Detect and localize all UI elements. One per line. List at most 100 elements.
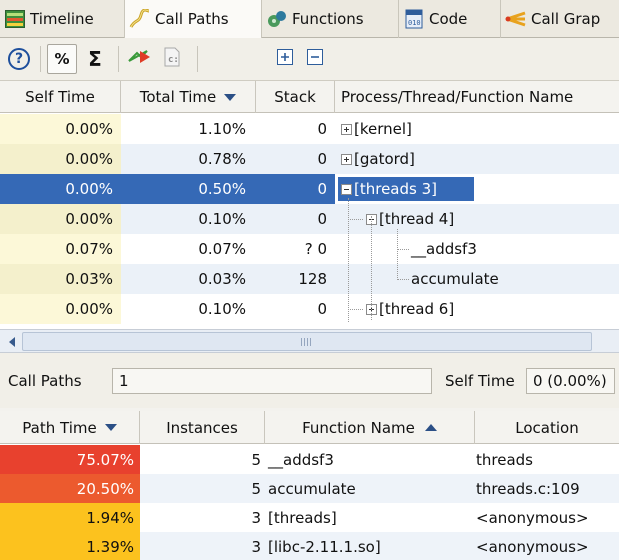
- document-icon: c:: [163, 47, 181, 71]
- function-name-cell: [libc-2.11.1.so]: [268, 537, 381, 556]
- expand-all-button[interactable]: [270, 44, 300, 74]
- call-paths-label: Call Paths: [8, 372, 82, 390]
- sort-descending-icon: [224, 93, 237, 101]
- column-header-label: Path Time: [22, 418, 97, 437]
- path-time-cell: 1.94%: [0, 503, 140, 532]
- tree-guide-line: [397, 279, 409, 280]
- table-row[interactable]: 0.00% 1.10% 0 [kernel]: [0, 114, 619, 144]
- stack-cell: 0: [256, 174, 335, 204]
- toolbar: ? % Σ c:: [0, 38, 619, 81]
- collapse-all-icon: [306, 48, 324, 70]
- self-time-cell: 0.00%: [0, 294, 121, 324]
- table-row[interactable]: 0.00% 0.10% 0 [thread 4]: [0, 204, 619, 234]
- location-cell: <anonymous>: [476, 537, 589, 556]
- table-row[interactable]: 0.03% 0.03% 128 accumulate: [0, 264, 619, 294]
- horizontal-scrollbar[interactable]: [0, 329, 619, 353]
- tab-call-graph[interactable]: Call Grap: [501, 0, 619, 38]
- tab-functions[interactable]: Functions: [262, 0, 399, 38]
- help-button[interactable]: ?: [4, 44, 34, 74]
- column-header-instances[interactable]: Instances: [140, 411, 265, 444]
- column-header-name[interactable]: Process/Thread/Function Name: [335, 81, 619, 113]
- scroll-left-icon[interactable]: [2, 333, 22, 350]
- total-time-cell: 0.10%: [198, 300, 246, 318]
- stack-cell: 0: [317, 120, 327, 138]
- path-time-cell: 20.50%: [0, 474, 140, 503]
- total-time-cell: 0.03%: [198, 270, 246, 288]
- tree-guide-line: [371, 216, 372, 320]
- table-row[interactable]: 0.07% 0.07% ? 0 __addsf3: [0, 234, 619, 264]
- table-row[interactable]: 1.94% 3 [threads] <anonymous>: [0, 503, 619, 532]
- total-time-cell: 0.78%: [198, 150, 246, 168]
- sort-ascending-icon: [424, 424, 437, 431]
- column-header-function-name[interactable]: Function Name: [265, 411, 475, 444]
- column-header-location[interactable]: Location: [475, 411, 619, 444]
- location-cell: threads.c:109: [476, 479, 580, 498]
- self-time-cell: 0.03%: [0, 264, 121, 294]
- location-cell: <anonymous>: [476, 508, 589, 527]
- column-header-total-time[interactable]: Total Time: [121, 81, 256, 113]
- scrollbar-thumb[interactable]: [22, 332, 592, 351]
- tab-call-paths-label: Call Paths: [155, 10, 229, 28]
- percent-icon: %: [54, 50, 70, 68]
- table-row-selected[interactable]: 0.00% 0.50% 0 [threads 3]: [0, 174, 619, 204]
- location-cell: threads: [476, 450, 533, 469]
- tree-node-label: [gatord]: [354, 150, 415, 168]
- self-time-cell: 0.00%: [0, 114, 121, 144]
- toolbar-separator: [40, 46, 41, 72]
- call-paths-tree-table: Self Time Total Time Stack Process/Threa…: [0, 81, 619, 329]
- tree-table-header: Self Time Total Time Stack Process/Threa…: [0, 81, 619, 113]
- help-icon: ?: [8, 48, 30, 70]
- table-row[interactable]: 0.00% 0.10% 0 [thread 6]: [0, 294, 619, 324]
- column-header-label: Function Name: [302, 418, 415, 437]
- instances-cell: 5: [251, 479, 261, 498]
- call-graph-icon: [505, 8, 527, 30]
- call-paths-icon: [129, 8, 151, 30]
- expand-all-icon: [276, 48, 294, 70]
- svg-text:010: 010: [408, 19, 421, 27]
- percent-toggle-button[interactable]: %: [47, 44, 77, 74]
- column-header-label: Instances: [166, 418, 238, 437]
- tree-node-label: [kernel]: [354, 120, 412, 138]
- sum-toggle-button[interactable]: Σ: [80, 44, 110, 74]
- tree-node-label: __addsf3: [411, 240, 477, 258]
- column-header-stack[interactable]: Stack: [256, 81, 335, 113]
- column-header-path-time[interactable]: Path Time: [0, 411, 140, 444]
- table-row[interactable]: 0.00% 0.78% 0 [gatord]: [0, 144, 619, 174]
- go-to-source-icon: [127, 47, 151, 71]
- tab-code-label: Code: [429, 10, 468, 28]
- function-name-cell: __addsf3: [268, 450, 334, 469]
- function-name-cell: [threads]: [268, 508, 337, 527]
- column-header-label: Process/Thread/Function Name: [341, 88, 574, 106]
- column-header-label: Total Time: [139, 88, 217, 106]
- copy-button[interactable]: c:: [157, 44, 187, 74]
- collapse-all-button[interactable]: [300, 44, 330, 74]
- show-in-code-button[interactable]: [124, 44, 154, 74]
- column-header-label: Location: [515, 418, 579, 437]
- total-time-cell: 0.10%: [198, 210, 246, 228]
- tab-timeline[interactable]: Timeline: [0, 0, 125, 38]
- tree-guide-line: [397, 249, 409, 250]
- expand-toggle-icon[interactable]: [341, 153, 352, 165]
- collapse-toggle-icon[interactable]: [341, 183, 352, 195]
- grip-icon: [301, 338, 313, 346]
- tree-node-label: [thread 4]: [379, 210, 455, 228]
- self-time-label: Self Time: [445, 372, 515, 390]
- path-time-cell: 1.39%: [0, 532, 140, 560]
- column-header-self-time[interactable]: Self Time: [0, 81, 121, 113]
- tab-timeline-label: Timeline: [30, 10, 94, 28]
- stack-cell: 0: [317, 150, 327, 168]
- sort-descending-icon: [104, 424, 117, 431]
- table-row[interactable]: 75.07% 5 __addsf3 threads: [0, 445, 619, 474]
- table-row[interactable]: 1.39% 3 [libc-2.11.1.so] <anonymous>: [0, 532, 619, 560]
- expand-toggle-icon[interactable]: [341, 123, 352, 135]
- svg-text:c:: c:: [168, 55, 179, 65]
- functions-icon: [266, 8, 288, 30]
- tab-code[interactable]: 010 Code: [399, 0, 501, 38]
- path-time-cell: 75.07%: [0, 445, 140, 474]
- tab-call-paths[interactable]: Call Paths: [125, 0, 262, 38]
- function-name-cell: accumulate: [268, 479, 356, 498]
- instances-cell: 3: [251, 508, 261, 527]
- call-path-info-bar: Call Paths 1 Self Time 0 (0.00%): [0, 353, 619, 408]
- table-row[interactable]: 20.50% 5 accumulate threads.c:109: [0, 474, 619, 503]
- self-time-cell: 0.00%: [0, 204, 121, 234]
